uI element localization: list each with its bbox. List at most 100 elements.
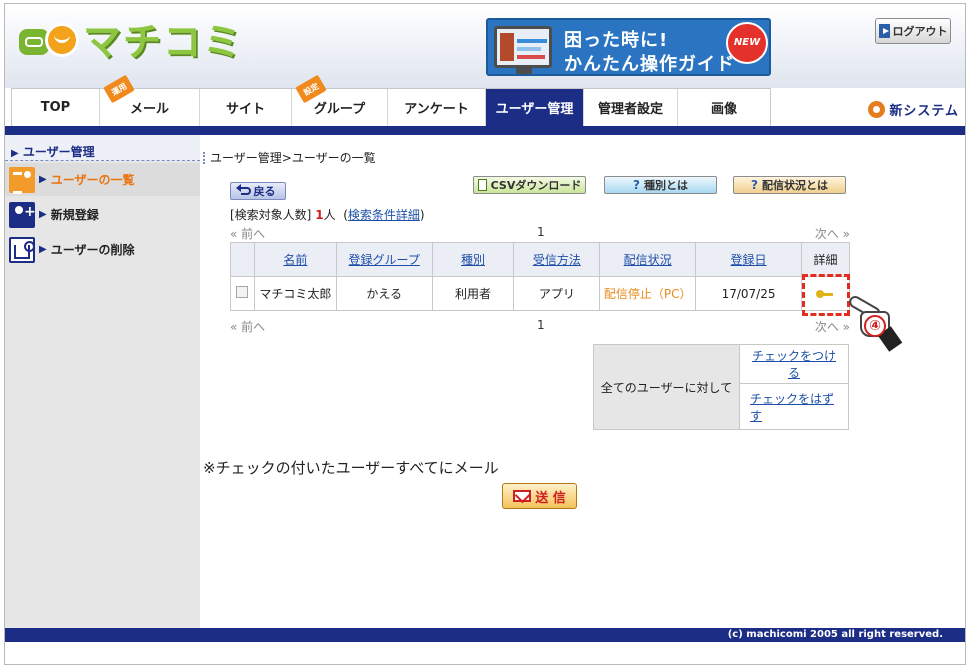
kind-help-button[interactable]: ? 種別とは: [604, 176, 717, 194]
logout-label: ログアウト: [892, 25, 948, 38]
monitor-stand: [516, 68, 532, 74]
monitor-icon: [494, 26, 552, 68]
pager-top: « 前へ 1 次へ »: [230, 225, 850, 242]
tab-top[interactable]: TOP: [12, 89, 100, 126]
cell-date: 17/07/25: [695, 276, 802, 311]
check-on-cell: チェックをつける: [739, 344, 849, 384]
sort-kind-link[interactable]: 種別: [461, 253, 485, 267]
search-detail-link[interactable]: 検索条件詳細: [348, 208, 420, 222]
csv-download-button[interactable]: CSVダウンロード: [473, 176, 586, 194]
cell-group: かえる: [335, 276, 433, 311]
back-arrow-icon: [235, 184, 251, 195]
kind-help-label: 種別とは: [643, 179, 688, 192]
tab-label: メール: [129, 102, 169, 117]
check-all-table: 全てのユーザーに対して チェックをつける チェックをはずす: [593, 344, 849, 430]
status-help-label: 配信状況とは: [761, 179, 828, 192]
gear-icon: [868, 101, 886, 118]
tab-images[interactable]: 画像: [678, 89, 770, 126]
pager-page: 1: [537, 318, 545, 332]
header-kind[interactable]: 種別: [431, 242, 515, 277]
mail-note: ※チェックの付いたユーザーすべてにメール: [203, 459, 499, 477]
chevron-right-icon: ▶: [39, 174, 47, 185]
chevron-right-icon: ▶: [39, 244, 47, 255]
row-checkbox[interactable]: [236, 286, 249, 298]
header-status[interactable]: 配信状況: [599, 242, 697, 277]
sidebar-item-label: 新規登録: [50, 208, 99, 222]
tab-admin-settings[interactable]: 管理者設定: [584, 89, 678, 126]
logo-text: マチコミ: [83, 20, 244, 64]
sidebar-item-new-registration[interactable]: ▶ 新規登録: [5, 198, 200, 231]
header-date[interactable]: 登録日: [695, 242, 802, 277]
tab-label: グループ: [313, 102, 366, 117]
user-add-icon: [9, 201, 36, 228]
tab-label: TOP: [40, 100, 71, 115]
csv-download-label: CSVダウンロード: [490, 179, 582, 192]
search-count: [検索対象人数] 1人 (検索条件詳細): [230, 208, 425, 222]
tab-survey[interactable]: アンケート: [388, 89, 486, 126]
nav-tabs: TOP 運用 メール サイト 設定 グループ アンケート ユーザー管理 管理者設…: [11, 74, 771, 126]
new-system-link[interactable]: 新システム: [868, 100, 959, 119]
app-window: マチコミ 困った時に! かんたん操作ガイド NEW ログアウト TOP 運用 メ…: [4, 3, 966, 665]
sort-name-link[interactable]: 名前: [283, 253, 307, 267]
tab-user-management[interactable]: ユーザー管理: [486, 89, 584, 126]
mail-icon: [513, 490, 532, 502]
sort-group-link[interactable]: 登録グループ: [349, 253, 420, 267]
header-group[interactable]: 登録グループ: [335, 242, 433, 277]
pager-next[interactable]: 次へ »: [815, 225, 850, 242]
logout-icon: [878, 24, 890, 38]
table-header-row: 名前 登録グループ 種別 受信方法 配信状況 登録日 詳細: [230, 242, 851, 277]
pager-page: 1: [537, 225, 545, 239]
banner-line1: 困った時に!: [564, 30, 669, 51]
sidebar-title: ▶ ユーザー管理: [5, 135, 200, 161]
cell-kind: 利用者: [431, 276, 515, 311]
main-nav: TOP 運用 メール サイト 設定 グループ アンケート ユーザー管理 管理者設…: [5, 74, 965, 126]
pager-bottom: « 前へ 1 次へ »: [230, 318, 850, 335]
guide-banner[interactable]: 困った時に! かんたん操作ガイド NEW: [486, 18, 771, 76]
header-detail: 詳細: [800, 242, 851, 277]
tab-site[interactable]: サイト: [200, 89, 292, 126]
sort-method-link[interactable]: 受信方法: [533, 253, 581, 267]
send-button[interactable]: 送 信: [502, 483, 577, 509]
new-badge: NEW: [726, 22, 768, 64]
tab-mail[interactable]: 運用 メール: [100, 74, 200, 126]
tab-label: サイト: [225, 102, 265, 117]
sidebar: ▶ ユーザー管理 ▶ ユーザーの一覧 ▶ 新規登録 ▶ ユーザーの削除: [5, 135, 200, 628]
table-row: マチコミ太郎 かえる 利用者 アプリ 配信停止（PC） 17/07/25: [230, 276, 851, 311]
sidebar-item-delete-user[interactable]: ▶ ユーザーの削除: [5, 233, 200, 266]
status-help-button[interactable]: ? 配信状況とは: [733, 176, 846, 194]
logo[interactable]: マチコミ: [19, 20, 243, 64]
sidebar-item-label: ユーザーの削除: [50, 243, 135, 257]
pager-next-label: 次へ: [814, 227, 839, 241]
sort-status-link[interactable]: 配信状況: [624, 253, 672, 267]
tab-label: 画像: [710, 102, 737, 117]
sidebar-item-label: ユーザーの一覧: [50, 173, 135, 187]
tab-label: アンケート: [404, 102, 469, 117]
nav-underline: [5, 126, 965, 135]
header: マチコミ 困った時に! かんたん操作ガイド NEW ログアウト: [5, 4, 965, 88]
tab-group[interactable]: 設定 グループ: [292, 74, 388, 126]
pager-prev[interactable]: « 前へ: [230, 318, 265, 335]
sidebar-title-label: ユーザー管理: [22, 145, 95, 159]
banner-line2: かんたん操作ガイド: [564, 54, 735, 75]
new-system-label: 新システム: [889, 104, 959, 119]
sidebar-item-user-list[interactable]: ▶ ユーザーの一覧: [5, 163, 200, 196]
pager-next[interactable]: 次へ »: [815, 318, 850, 335]
chevron-right-icon: ▶: [39, 209, 47, 220]
detail-highlight-box: [802, 274, 850, 316]
main-content: ユーザー管理>ユーザーの一覧 CSVダウンロード ? 種別とは ? 配信状況とは…: [200, 135, 965, 628]
pager-prev[interactable]: « 前へ: [230, 225, 265, 242]
tab-label: ユーザー管理: [495, 102, 574, 117]
back-button[interactable]: 戻る: [230, 182, 286, 200]
tab-label: 管理者設定: [597, 102, 663, 117]
cell-name: マチコミ太郎: [253, 276, 337, 311]
uncheck-all-link[interactable]: チェックをはずす: [750, 392, 834, 423]
sort-date-link[interactable]: 登録日: [731, 253, 767, 267]
check-all-link[interactable]: チェックをつける: [752, 349, 836, 380]
count-suffix: 人: [323, 208, 336, 222]
user-delete-icon: [9, 236, 35, 263]
header-name[interactable]: 名前: [253, 242, 337, 277]
breadcrumb-text: ユーザー管理>ユーザーの一覧: [210, 151, 376, 165]
count-prefix: [検索対象人数]: [230, 208, 312, 222]
header-method[interactable]: 受信方法: [513, 242, 601, 277]
logout-button[interactable]: ログアウト: [875, 18, 951, 44]
